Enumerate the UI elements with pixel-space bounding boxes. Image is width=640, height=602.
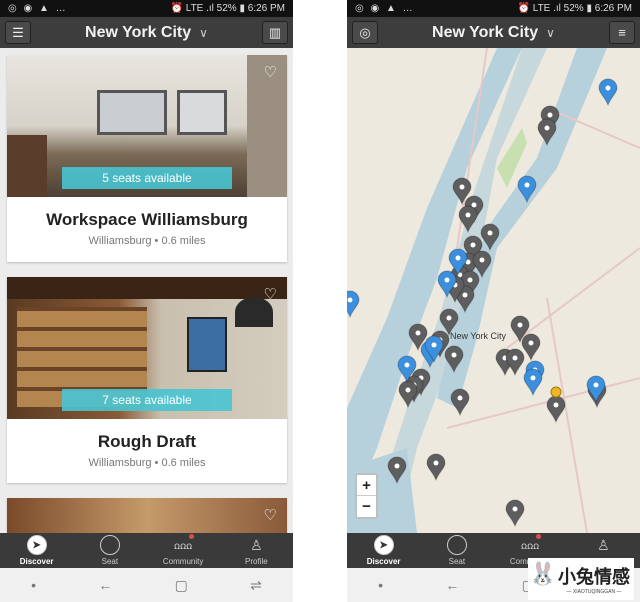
listing-card[interactable]: ♡	[7, 498, 287, 538]
listing-title: Workspace Williamsburg	[46, 210, 248, 229]
map-pin[interactable]	[505, 348, 525, 377]
nav-label: Discover	[19, 557, 54, 566]
bottom-nav: ➤ Discover Seat ꭥꭥꭥ Community ♙ Profile	[0, 533, 293, 568]
listing-title: Rough Draft	[97, 432, 197, 451]
watermark: 🐰 小兔情感 — XIAOTUQINGGAN —	[528, 558, 634, 600]
map-pin[interactable]	[521, 333, 541, 362]
map[interactable]: New York City + −	[347, 48, 640, 533]
status-right: ⏰ LTE .ıl 52% ▮ 6:26 PM	[517, 3, 632, 14]
listing-location: Williamsburg • 0.6 miles	[88, 457, 206, 469]
listing-card[interactable]: ♡ 5 seats available Workspace Williamsbu…	[7, 55, 287, 262]
nav-discover[interactable]: ➤ Discover	[0, 533, 73, 568]
chevron-down-icon: ∨	[199, 25, 208, 40]
favorite-heart-icon[interactable]: ♡	[264, 63, 277, 81]
map-pin[interactable]	[347, 290, 360, 319]
map-pin[interactable]	[505, 499, 525, 528]
map-pin[interactable]	[450, 388, 470, 417]
map-pin[interactable]	[598, 78, 618, 107]
notification-dot	[536, 534, 542, 539]
page-title: New York City	[85, 23, 192, 41]
watermark-sub: — XIAOTUQINGGAN —	[566, 589, 622, 595]
map-pin[interactable]	[426, 453, 446, 482]
map-screen: ◎ ◉ ▲ … ⏰ LTE .ıl 52% ▮ 6:26 PM ◎ New Yor…	[347, 0, 640, 602]
status-icons: ◎ ◉ ▲ …	[355, 3, 415, 14]
nav-label: Community	[162, 557, 204, 566]
hudson-river	[347, 48, 522, 518]
nav-community[interactable]: ꭥꭥꭥ Community	[147, 533, 220, 568]
map-view-button[interactable]: ▥	[262, 21, 288, 44]
map-icon: ▥	[268, 24, 282, 40]
status-bar: ◎ ◉ ▲ … ⏰ LTE .ıl 52% ▮ 6:26 PM	[347, 0, 640, 17]
list-view-button[interactable]: ≡	[609, 21, 635, 44]
rabbit-logo-icon: 🐰	[529, 561, 557, 586]
notification-dot	[189, 534, 195, 539]
filter-sliders-icon: ☰	[12, 24, 24, 40]
nav-profile[interactable]: ♙ Profile	[220, 533, 293, 568]
home-square-icon[interactable]: ▢	[175, 577, 188, 594]
profile-person-icon: ♙	[250, 536, 263, 553]
zoom-control: + −	[355, 473, 378, 519]
list-screen: ◎ ◉ ▲ … ⏰ LTE .ıl 52% ▮ 6:26 PM ☰ New Yor…	[0, 0, 293, 602]
nav-label: Profile	[245, 557, 268, 566]
listing-card[interactable]: ♡ 7 seats available Rough Draft Williams…	[7, 277, 287, 483]
map-city-label: New York City	[450, 331, 507, 341]
nav-discover[interactable]: ➤ Discover	[347, 533, 420, 568]
nav-seat[interactable]: Seat	[420, 533, 493, 568]
current-location-marker	[550, 386, 562, 398]
zoom-out-button[interactable]: −	[357, 496, 376, 517]
seats-badge: 7 seats available	[62, 389, 232, 411]
listing-location: Williamsburg • 0.6 miles	[88, 235, 206, 247]
back-icon[interactable]: ←	[98, 577, 112, 593]
map-pin[interactable]	[523, 368, 543, 397]
header: ◎ New York City ∨ ≡	[347, 17, 640, 48]
listing-photo: ♡ 7 seats available	[7, 277, 287, 419]
listing-photo: ♡ 5 seats available	[7, 55, 287, 197]
favorite-heart-icon[interactable]: ♡	[264, 506, 277, 524]
city-selector[interactable]: New York City ∨	[432, 24, 555, 42]
page-title: New York City	[432, 23, 539, 41]
profile-person-icon: ♙	[597, 536, 610, 553]
nav-label: Discover	[366, 557, 401, 566]
watermark-text: 小兔情感	[558, 567, 630, 587]
seat-circle-icon	[446, 535, 467, 555]
nav-seat[interactable]: Seat	[73, 533, 146, 568]
zoom-in-button[interactable]: +	[357, 475, 376, 496]
city-selector[interactable]: New York City ∨	[85, 24, 208, 42]
recents-icon[interactable]: ⇌	[250, 577, 262, 594]
navigation-arrow-icon: ➤	[26, 535, 47, 555]
crosshair-icon: ◎	[359, 24, 371, 40]
community-people-icon: ꭥꭥꭥ	[173, 534, 195, 555]
navigation-arrow-icon: ➤	[373, 535, 394, 555]
back-icon[interactable]: ←	[445, 577, 459, 593]
filter-button[interactable]: ☰	[5, 21, 31, 44]
favorite-heart-icon[interactable]: ♡	[264, 285, 277, 303]
status-bar: ◎ ◉ ▲ … ⏰ LTE .ıl 52% ▮ 6:26 PM	[0, 0, 293, 17]
community-people-icon: ꭥꭥꭥ	[520, 534, 542, 555]
header: ☰ New York City ∨ ▥	[0, 17, 293, 48]
status-icons: ◎ ◉ ▲ …	[8, 3, 68, 14]
nav-label: Seat	[448, 557, 466, 566]
map-canvas[interactable]	[347, 48, 640, 533]
dot-icon[interactable]: •	[31, 577, 36, 593]
menu-icon: ≡	[618, 25, 626, 40]
system-nav: • ← ▢ ⇌	[0, 568, 293, 602]
chevron-down-icon: ∨	[546, 25, 555, 40]
nav-label: Seat	[101, 557, 119, 566]
seat-circle-icon	[99, 535, 120, 555]
status-right: ⏰ LTE .ıl 52% ▮ 6:26 PM	[170, 3, 285, 14]
locate-button[interactable]: ◎	[352, 21, 378, 44]
dot-icon[interactable]: •	[378, 577, 383, 593]
seats-badge: 5 seats available	[62, 167, 232, 189]
map-pin[interactable]	[546, 395, 566, 424]
